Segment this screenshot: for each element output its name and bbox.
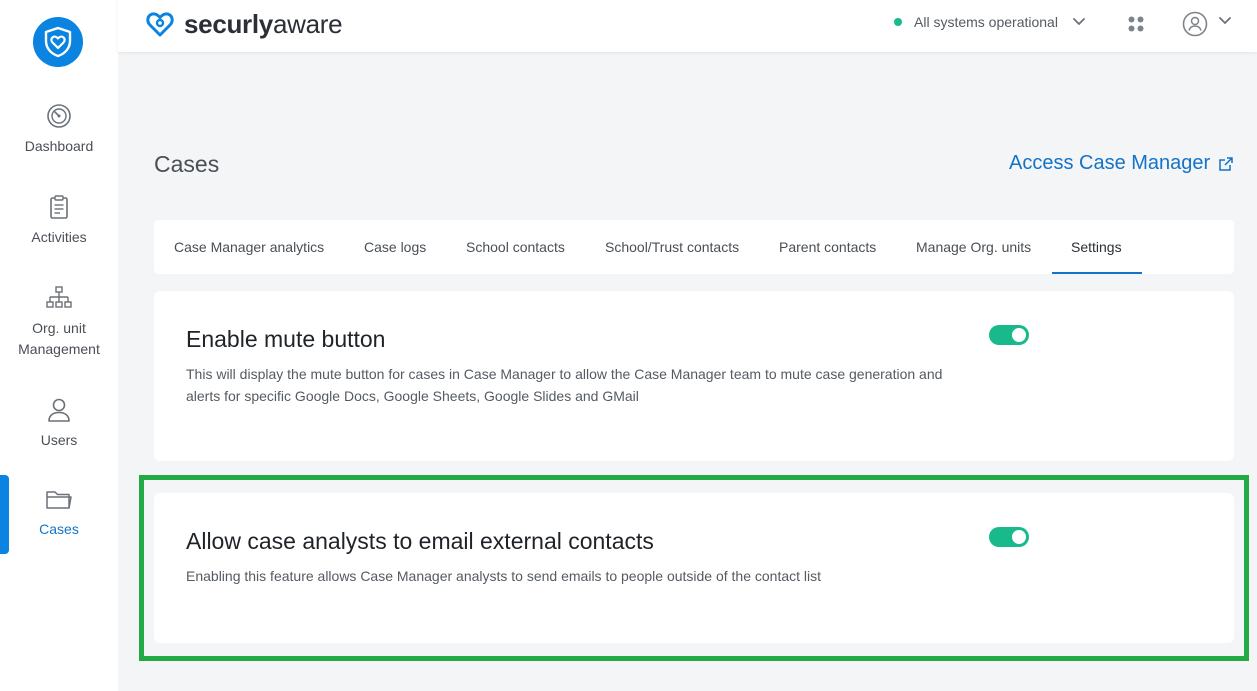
brand-name: securlyaware	[184, 8, 343, 40]
setting-description: Enabling this feature allows Case Manage…	[186, 568, 822, 584]
sidebar-item-label: Cases	[39, 521, 79, 537]
setting-title: Enable mute button	[186, 326, 386, 352]
email-external-contacts-toggle[interactable]	[989, 527, 1029, 547]
chevron-down-icon[interactable]	[1218, 16, 1232, 26]
sidebar: Dashboard Activities Org. unit Managemen…	[0, 0, 118, 691]
tab-school-contacts[interactable]: School contacts	[466, 220, 565, 274]
sidebar-item-activities[interactable]: Activities	[0, 193, 118, 248]
heart-location-icon	[146, 12, 174, 37]
setting-card-mute-button: Enable mute button This will display the…	[154, 291, 1234, 461]
sidebar-item-cases[interactable]: Cases	[0, 485, 118, 540]
top-bar: securlyaware All systems operational	[118, 0, 1257, 52]
sidebar-item-org-unit-management[interactable]: Org. unit Management	[0, 284, 118, 360]
clipboard-icon	[50, 195, 68, 219]
tab-manage-org-units[interactable]: Manage Org. units	[916, 220, 1031, 274]
status-dot	[894, 18, 902, 26]
tab-school-trust-contacts[interactable]: School/Trust contacts	[605, 220, 739, 274]
sidebar-item-label: Dashboard	[24, 138, 94, 154]
page-title: Cases	[154, 151, 220, 177]
sidebar-item-dashboard[interactable]: Dashboard	[0, 102, 118, 157]
access-case-manager-link[interactable]: Access Case Manager	[1009, 152, 1234, 175]
gauge-icon	[47, 104, 71, 128]
tab-bar: Case Manager analytics Case logs School …	[154, 220, 1234, 274]
setting-title: Allow case analysts to email external co…	[186, 528, 654, 554]
system-status[interactable]: All systems operational	[894, 14, 1086, 30]
tab-settings[interactable]: Settings	[1071, 220, 1122, 274]
sidebar-item-label: Users	[40, 432, 78, 448]
sidebar-item-label: Org. unit Management	[18, 320, 100, 357]
sidebar-item-label: Activities	[31, 229, 87, 245]
chevron-down-icon	[1073, 18, 1085, 26]
setting-card-email-external-contacts: Allow case analysts to email external co…	[154, 493, 1234, 643]
org-chart-icon	[46, 286, 72, 308]
tab-case-logs[interactable]: Case logs	[364, 220, 426, 274]
setting-description: This will display the mute button for ca…	[186, 366, 943, 404]
active-indicator	[0, 475, 9, 554]
active-tab-underline	[1052, 272, 1142, 274]
shield-heart-icon	[44, 26, 72, 58]
apps-grid-icon[interactable]	[1127, 15, 1145, 33]
account-avatar-icon[interactable]	[1182, 11, 1208, 37]
brand-name-part2: aware	[272, 8, 343, 39]
brand-name-part1: securly	[184, 8, 273, 39]
brand-logo[interactable]: securlyaware	[144, 6, 343, 42]
tab-case-manager-analytics[interactable]: Case Manager analytics	[174, 220, 324, 274]
toggle-knob	[1012, 530, 1026, 544]
mute-button-toggle[interactable]	[989, 325, 1029, 345]
external-link-icon	[1219, 156, 1233, 171]
folder-icon	[46, 491, 72, 509]
tab-parent-contacts[interactable]: Parent contacts	[779, 220, 876, 274]
sidebar-item-users[interactable]: Users	[0, 396, 118, 451]
status-text: All systems operational	[914, 14, 1058, 30]
toggle-knob	[1012, 328, 1026, 342]
access-link-label: Access Case Manager	[1009, 152, 1211, 174]
securly-shield-logo[interactable]	[33, 17, 83, 67]
user-icon	[48, 398, 70, 422]
